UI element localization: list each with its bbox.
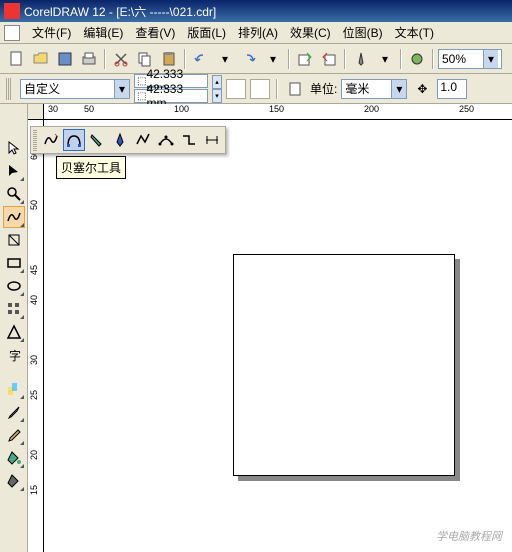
blend-tool[interactable] xyxy=(3,378,25,400)
undo-dropdown[interactable]: ▾ xyxy=(214,48,236,70)
ruler-tick: 50 xyxy=(84,104,94,114)
ruler-tick: 30 xyxy=(29,355,39,365)
ruler-corner[interactable] xyxy=(28,104,44,120)
menu-text[interactable]: 文本(T) xyxy=(389,22,440,43)
unit-label: 单位: xyxy=(310,80,337,97)
preset-value: 自定义 xyxy=(24,80,60,97)
nudge-input[interactable]: 1.0 xyxy=(437,79,467,99)
page-button[interactable] xyxy=(284,78,306,100)
ruler-tick: 25 xyxy=(29,390,39,400)
pen-tool-btn[interactable] xyxy=(109,129,131,151)
import-button[interactable] xyxy=(294,48,316,70)
ruler-tick: 20 xyxy=(29,450,39,460)
shape-tool[interactable] xyxy=(3,160,25,182)
redo-button[interactable] xyxy=(238,48,260,70)
dimensions: ⬚ 42.333 mm ⬚ 42.333 mm xyxy=(134,74,208,103)
ruler-tick: 100 xyxy=(174,104,189,114)
polyline-tool-btn[interactable] xyxy=(132,129,154,151)
menu-bitmap[interactable]: 位图(B) xyxy=(337,22,389,43)
dimension-tool-btn[interactable] xyxy=(201,129,223,151)
smart-draw-tool[interactable] xyxy=(3,229,25,251)
rectangle-tool[interactable] xyxy=(3,252,25,274)
paper-preset-select[interactable]: 自定义 ▾ xyxy=(20,79,130,99)
ruler-tick: 250 xyxy=(459,104,474,114)
ruler-tick: 150 xyxy=(269,104,284,114)
ruler-tick: 200 xyxy=(364,104,379,114)
grip-icon[interactable] xyxy=(33,129,37,151)
zoom-tool[interactable] xyxy=(3,183,25,205)
menu-file[interactable]: 文件(F) xyxy=(26,22,77,43)
cut-button[interactable] xyxy=(110,48,132,70)
menu-effects[interactable]: 效果(C) xyxy=(284,22,337,43)
freehand-tool[interactable] xyxy=(3,206,25,228)
toolbox: 字 xyxy=(0,104,28,552)
ruler-tick: 30 xyxy=(48,104,58,114)
bezier-tool-btn[interactable] xyxy=(63,129,85,151)
export-button[interactable] xyxy=(318,48,340,70)
watermark: 学电脑教程网 xyxy=(436,528,502,544)
page[interactable] xyxy=(233,254,455,476)
svg-text:字: 字 xyxy=(9,348,21,363)
fill-tool[interactable] xyxy=(3,447,25,469)
interactive-fill-tool[interactable] xyxy=(3,470,25,492)
app-launcher-button[interactable] xyxy=(350,48,372,70)
spin-down-icon[interactable]: ▾ xyxy=(212,89,222,103)
text-tool[interactable]: 字 xyxy=(3,344,25,366)
ruler-tick: 50 xyxy=(29,200,39,210)
open-button[interactable] xyxy=(30,48,52,70)
menu-edit[interactable]: 编辑(E) xyxy=(77,22,129,43)
new-button[interactable] xyxy=(6,48,28,70)
titlebar: CorelDRAW 12 - [E:\六 -----\021.cdr] xyxy=(0,0,512,22)
nudge-icon: ✥ xyxy=(411,78,433,100)
save-button[interactable] xyxy=(54,48,76,70)
ruler-tick: 40 xyxy=(29,295,39,305)
unit-value: 毫米 xyxy=(345,80,369,97)
standard-toolbar: ▾ ▾ ▾ 50% ▾ xyxy=(0,44,512,74)
connector-tool-btn[interactable] xyxy=(178,129,200,151)
property-bar: 自定义 ▾ ⬚ 42.333 mm ⬚ 42.333 mm ▴ ▾ 单位: 毫米… xyxy=(0,74,512,104)
ellipse-tool[interactable] xyxy=(3,275,25,297)
dimension-spinner[interactable]: ▴ ▾ xyxy=(212,75,222,103)
zoom-select[interactable]: 50% ▾ xyxy=(438,49,502,69)
menu-arrange[interactable]: 排列(A) xyxy=(232,22,284,43)
unit-select[interactable]: 毫米 ▾ xyxy=(341,79,407,99)
redo-dropdown[interactable]: ▾ xyxy=(262,48,284,70)
landscape-button[interactable] xyxy=(250,79,270,99)
corel-online-button[interactable] xyxy=(406,48,428,70)
doc-icon[interactable] xyxy=(4,25,20,41)
window-title: CorelDRAW 12 - [E:\六 -----\021.cdr] xyxy=(24,3,216,20)
menubar: 文件(F) 编辑(E) 查看(V) 版面(L) 排列(A) 效果(C) 位图(B… xyxy=(0,22,512,44)
grip-icon[interactable] xyxy=(6,78,12,100)
height-input[interactable]: ⬚ 42.333 mm xyxy=(134,89,208,103)
artistic-media-btn[interactable] xyxy=(86,129,108,151)
spin-up-icon[interactable]: ▴ xyxy=(212,75,222,89)
chevron-down-icon: ▾ xyxy=(114,80,129,98)
curve-flyout xyxy=(30,126,226,154)
zoom-value: 50% xyxy=(442,52,466,66)
menu-view[interactable]: 查看(V) xyxy=(129,22,181,43)
ruler-tick: 45 xyxy=(29,265,39,275)
3point-curve-btn[interactable] xyxy=(155,129,177,151)
pick-tool[interactable] xyxy=(3,137,25,159)
vertical-ruler[interactable]: 60 50 45 40 30 25 20 15 xyxy=(28,120,44,552)
print-button[interactable] xyxy=(78,48,100,70)
chevron-down-icon: ▾ xyxy=(391,80,406,98)
tooltip: 贝塞尔工具 xyxy=(56,156,126,179)
eyedropper-tool[interactable] xyxy=(3,401,25,423)
freehand-tool-btn[interactable] xyxy=(40,129,62,151)
menu-layout[interactable]: 版面(L) xyxy=(181,22,232,43)
app-icon xyxy=(4,3,20,19)
ruler-tick: 15 xyxy=(29,485,39,495)
outline-tool[interactable] xyxy=(3,424,25,446)
portrait-button[interactable] xyxy=(226,79,246,99)
app-dropdown[interactable]: ▾ xyxy=(374,48,396,70)
chevron-down-icon: ▾ xyxy=(483,50,498,68)
polygon-tool[interactable] xyxy=(3,298,25,320)
horizontal-ruler[interactable]: 30 50 100 150 200 250 xyxy=(44,104,512,120)
basic-shapes-tool[interactable] xyxy=(3,321,25,343)
